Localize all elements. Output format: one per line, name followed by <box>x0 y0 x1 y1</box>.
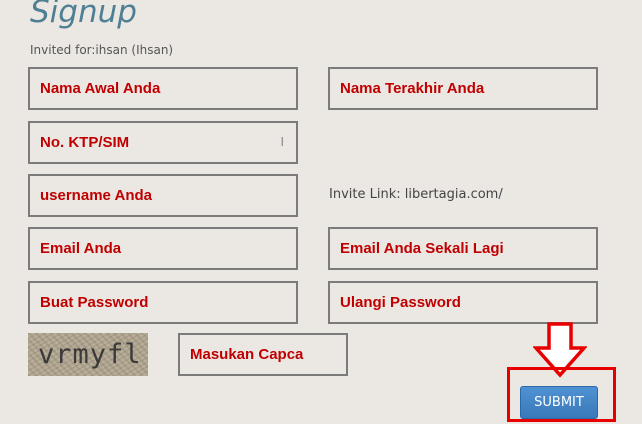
password-confirm-input[interactable] <box>330 283 596 322</box>
password-confirm-field <box>328 281 598 324</box>
username-input[interactable] <box>30 176 296 215</box>
password-input[interactable] <box>30 283 296 322</box>
last-name-input[interactable] <box>330 69 596 108</box>
page-title: Signup <box>30 0 137 30</box>
captcha-image: vrmyfl <box>28 333 148 376</box>
captcha-field <box>178 333 348 376</box>
submit-button[interactable]: SUBMIT <box>520 386 598 419</box>
invited-for-text: Invited for:ihsan (Ihsan) <box>30 43 174 57</box>
username-field <box>28 174 298 217</box>
first-name-field <box>28 67 298 110</box>
text-cursor-icon: I <box>280 135 284 149</box>
first-name-input[interactable] <box>30 69 296 108</box>
password-field <box>28 281 298 324</box>
captcha-input[interactable] <box>180 335 346 374</box>
email-confirm-input[interactable] <box>330 229 596 268</box>
invite-link-text: Invite Link: libertagia.com/ <box>329 187 503 202</box>
captcha-text: vrmyfl <box>38 339 142 370</box>
email-field <box>28 227 298 270</box>
id-number-input[interactable] <box>30 123 296 162</box>
email-confirm-field <box>328 227 598 270</box>
last-name-field <box>328 67 598 110</box>
id-number-field: I <box>28 121 298 164</box>
email-input[interactable] <box>30 229 296 268</box>
